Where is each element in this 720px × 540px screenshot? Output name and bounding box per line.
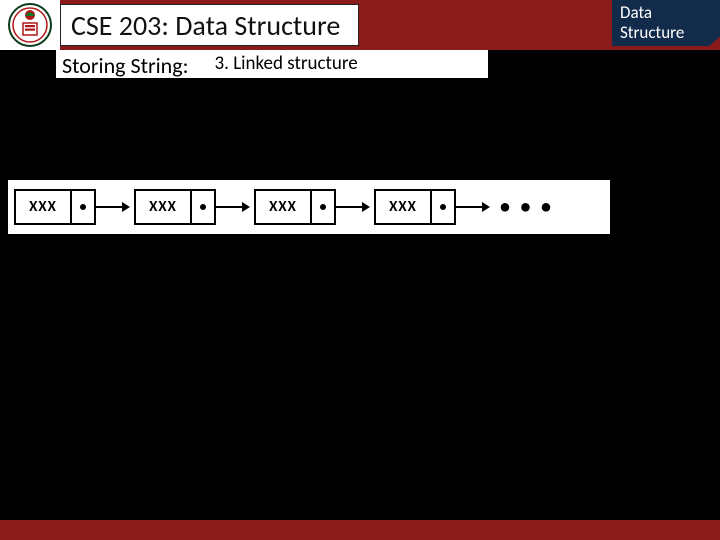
footer-bar	[0, 520, 720, 540]
node-data: XXX	[256, 191, 312, 223]
subheading-row: Storing String: 3. Linked structure	[56, 50, 488, 78]
node-data: XXX	[376, 191, 432, 223]
list-node: XXX	[374, 189, 456, 225]
linked-list-diagram: XXX XXX XXX XXX • • •	[8, 180, 610, 234]
list-node: XXX	[254, 189, 336, 225]
course-title: CSE 203: Data Structure	[71, 8, 340, 43]
badge-line2: Structure	[620, 23, 714, 43]
section-item: 3. Linked structure	[214, 52, 357, 75]
header-bar: CSE 203: Data Structure Data Structure	[0, 0, 720, 50]
node-pointer	[192, 191, 214, 223]
list-node: XXX	[134, 189, 216, 225]
node-data: XXX	[16, 191, 72, 223]
node-pointer	[72, 191, 94, 223]
node-pointer	[312, 191, 334, 223]
arrow-icon	[96, 189, 130, 225]
title-box: CSE 203: Data Structure	[60, 4, 359, 46]
logo-icon	[8, 3, 52, 47]
topic-badge: Data Structure	[612, 0, 720, 46]
section-label: Storing String:	[62, 52, 188, 79]
list-node: XXX	[14, 189, 96, 225]
node-data: XXX	[136, 191, 192, 223]
university-logo	[0, 0, 60, 50]
badge-line1: Data	[620, 3, 714, 23]
arrow-icon	[336, 189, 370, 225]
ellipsis: • • •	[500, 195, 554, 219]
arrow-icon	[456, 189, 490, 225]
node-pointer	[432, 191, 454, 223]
arrow-icon	[216, 189, 250, 225]
